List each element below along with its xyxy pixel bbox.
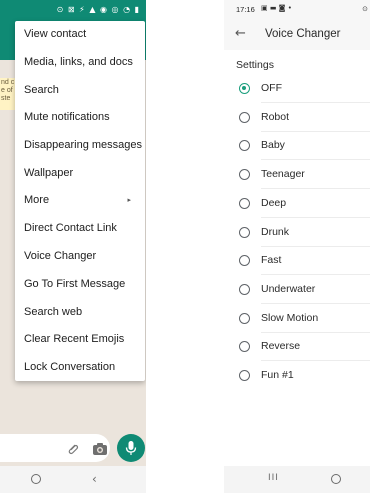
menu-item-go-to-first-message[interactable]: Go To First Message — [15, 271, 145, 298]
radio-icon[interactable] — [239, 284, 250, 295]
page-title: Voice Changer — [265, 28, 341, 40]
paperclip-icon[interactable] — [66, 442, 80, 456]
left-phone-screen: ⊙ ⊠ ⚡ ▲ ◉ ◎ ◔ ▮ nd c e of ste ‹ View con… — [0, 0, 146, 493]
menu-item-clear-recent-emojis[interactable]: Clear Recent Emojis — [15, 326, 145, 353]
option-underwater[interactable]: Underwater — [224, 276, 370, 304]
option-label: Teenager — [261, 168, 305, 180]
menu-item-view-contact[interactable]: View contact — [15, 21, 145, 48]
option-fast[interactable]: Fast — [224, 247, 370, 275]
menu-item-voice-changer[interactable]: Voice Changer — [15, 243, 145, 270]
menu-item-mute-notifications[interactable]: Mute notifications — [15, 104, 145, 131]
option-slow-motion[interactable]: Slow Motion — [224, 305, 370, 333]
option-label: Fast — [261, 254, 282, 266]
back-arrow-icon[interactable]: ← — [235, 26, 246, 41]
option-label: Deep — [261, 197, 287, 209]
menu-item-more[interactable]: More ▸ — [15, 187, 145, 214]
option-label: Reverse — [261, 340, 301, 352]
radio-icon[interactable] — [239, 341, 250, 352]
option-fun-1[interactable]: Fun #1 — [224, 362, 370, 390]
option-label: Robot — [261, 111, 290, 123]
radio-icon[interactable] — [239, 370, 250, 381]
status-right-icons: ⊙ — [362, 5, 368, 13]
menu-item-media-links-docs[interactable]: Media, links, and docs — [15, 49, 145, 76]
menu-item-disappearing-messages[interactable]: Disappearing messages — [15, 132, 145, 159]
navigation-bar — [224, 466, 370, 493]
divider — [261, 102, 370, 103]
nav-home-button[interactable] — [331, 474, 341, 484]
radio-icon[interactable] — [239, 140, 250, 151]
option-drunk[interactable]: Drunk — [224, 219, 370, 247]
divider — [261, 274, 370, 275]
option-teenager[interactable]: Teenager — [224, 161, 370, 189]
option-off[interactable]: OFF — [224, 75, 370, 103]
option-label: OFF — [261, 82, 282, 94]
menu-item-search[interactable]: Search — [15, 77, 145, 104]
radio-selected-icon[interactable] — [239, 83, 250, 94]
divider — [261, 159, 370, 160]
system-message-text: nd c e of ste — [1, 79, 15, 102]
option-robot[interactable]: Robot — [224, 104, 370, 132]
chevron-right-icon: ▸ — [127, 197, 131, 204]
overflow-menu: View contact Media, links, and docs Sear… — [15, 21, 145, 381]
option-reverse[interactable]: Reverse — [224, 333, 370, 361]
camera-icon[interactable] — [92, 442, 108, 456]
menu-item-lock-conversation[interactable]: Lock Conversation — [15, 354, 145, 381]
divider — [261, 188, 370, 189]
section-header: Settings — [236, 59, 274, 71]
navigation-bar — [0, 466, 146, 493]
separator-gap — [146, 0, 224, 493]
menu-item-more-label: More — [24, 194, 50, 206]
option-deep[interactable]: Deep — [224, 190, 370, 218]
radio-icon[interactable] — [239, 227, 250, 238]
divider — [261, 303, 370, 304]
nav-back-button[interactable]: ‹ — [92, 472, 97, 486]
status-icons: ▣ ▬ ◙ • — [261, 4, 292, 12]
radio-icon[interactable] — [239, 112, 250, 123]
divider — [261, 360, 370, 361]
status-time: 17:16 — [236, 5, 255, 14]
menu-item-wallpaper[interactable]: Wallpaper — [15, 160, 145, 187]
option-label: Slow Motion — [261, 312, 319, 324]
nav-home-button[interactable] — [31, 474, 41, 484]
option-label: Baby — [261, 139, 285, 151]
radio-icon[interactable] — [239, 255, 250, 266]
option-label: Fun #1 — [261, 369, 294, 381]
right-phone-screen: 17:16 ▣ ▬ ◙ • ⊙ ← Voice Changer Settings… — [224, 0, 370, 493]
radio-icon[interactable] — [239, 198, 250, 209]
divider — [261, 217, 370, 218]
status-bar: ⊙ ⊠ ⚡ ▲ ◉ ◎ ◔ ▮ — [0, 0, 146, 20]
menu-item-direct-contact-link[interactable]: Direct Contact Link — [15, 215, 145, 242]
radio-icon[interactable] — [239, 313, 250, 324]
mic-button[interactable] — [117, 434, 145, 462]
nav-recents-button[interactable]: III — [268, 473, 279, 483]
menu-item-search-web[interactable]: Search web — [15, 299, 145, 326]
option-baby[interactable]: Baby — [224, 132, 370, 160]
microphone-icon — [125, 441, 137, 455]
radio-icon[interactable] — [239, 169, 250, 180]
option-label: Underwater — [261, 283, 316, 295]
status-icons: ⊙ ⊠ ⚡ ▲ ◉ ◎ ◔ ▮ — [56, 5, 140, 14]
option-label: Drunk — [261, 226, 290, 238]
